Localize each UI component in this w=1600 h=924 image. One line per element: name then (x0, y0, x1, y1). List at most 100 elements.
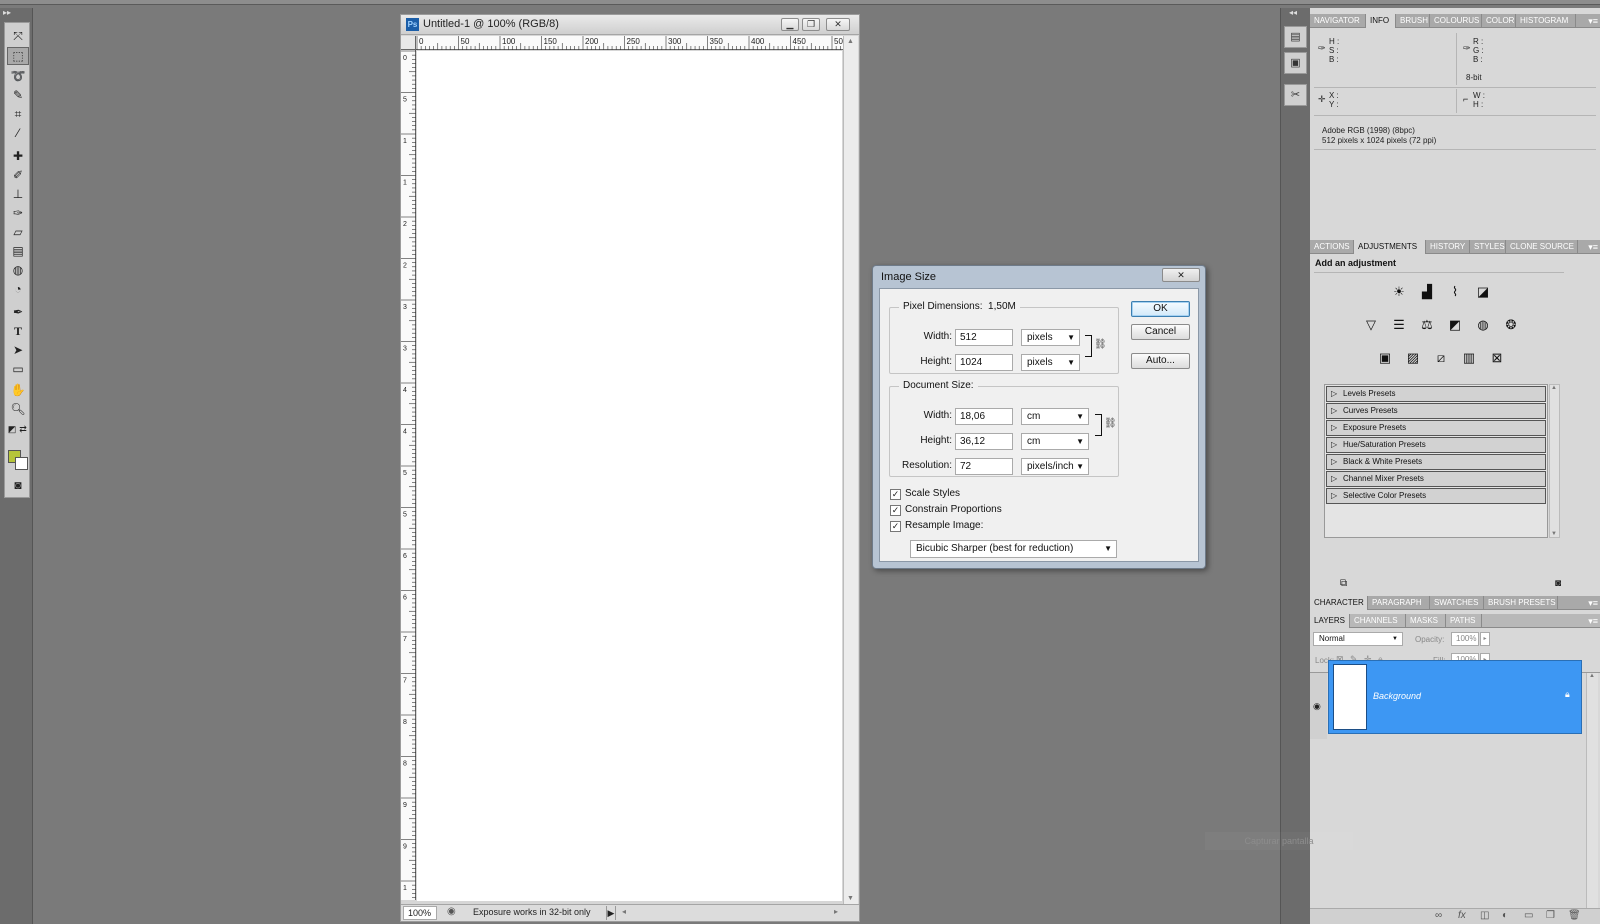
shape-tool-icon[interactable]: ▭ (7, 360, 29, 378)
close-icon[interactable]: ✕ (826, 18, 850, 31)
tab-brush-presets[interactable]: BRUSH PRESETS (1484, 596, 1558, 610)
opacity-input[interactable]: 100% (1451, 632, 1479, 646)
gradient-tool-icon[interactable]: ▤ (7, 242, 29, 260)
channel-mixer-icon[interactable]: ❂ (1500, 315, 1522, 335)
scroll-down-icon[interactable]: ▼ (847, 895, 854, 902)
exposure-icon[interactable]: ◪ (1472, 282, 1494, 302)
photo-filter-icon[interactable]: ◍ (1472, 315, 1494, 335)
healing-brush-tool-icon[interactable]: ✚ (7, 147, 29, 165)
resample-method-select[interactable]: Bicubic Sharper (best for reduction) ▼ (910, 540, 1117, 558)
panel-menu-icon[interactable]: ▾≡ (1588, 14, 1598, 28)
ruler-corner[interactable] (401, 36, 416, 50)
clip-to-layer-icon[interactable]: ⧉ (1340, 578, 1347, 589)
constrain-proportions-checkbox[interactable]: ✓ (890, 505, 901, 516)
adjustment-layer-icon[interactable]: ◐ (1502, 910, 1508, 921)
tab-colourus[interactable]: COLOURUS (1430, 14, 1482, 28)
add-mask-icon[interactable]: ◫ (1480, 910, 1489, 921)
opacity-arrow-icon[interactable]: ▸ (1480, 632, 1490, 646)
collapse-toolbar-icon[interactable]: ▸▸ (3, 8, 31, 18)
dialog-close-button[interactable]: ✕ (1162, 268, 1200, 282)
tab-brush[interactable]: BRUSH (1396, 14, 1430, 28)
presets-scrollbar[interactable]: ▲ ▼ (1549, 384, 1560, 538)
document-width-unit-select[interactable]: cm ▼ (1021, 408, 1089, 425)
brightness-icon[interactable]: ☀ (1388, 282, 1410, 302)
curves-icon[interactable]: ⌇ (1444, 282, 1466, 302)
vertical-scrollbar[interactable]: ▲ ▼ (843, 36, 858, 904)
tab-character[interactable]: CHARACTER (1310, 596, 1368, 610)
tab-paths[interactable]: PATHS (1446, 614, 1482, 628)
blend-mode-select[interactable]: Normal ▼ (1313, 632, 1403, 646)
document-titlebar[interactable]: Ps Untitled-1 @ 100% (RGB/8) ▁ ❐ ✕ (401, 15, 859, 35)
hue-saturation-icon[interactable]: ☰ (1388, 315, 1410, 335)
gradient-map-icon[interactable]: ▥ (1458, 348, 1480, 368)
threshold-icon[interactable]: ⧄ (1430, 348, 1452, 368)
tab-layers[interactable]: LAYERS (1310, 614, 1350, 628)
list-item[interactable]: ▷ Hue/Saturation Presets (1326, 437, 1546, 453)
resolution-unit-select[interactable]: pixels/inch ▼ (1021, 458, 1089, 475)
layer-comps-panel-icon[interactable]: ▣ (1284, 52, 1307, 74)
cancel-button[interactable]: Cancel (1131, 324, 1190, 340)
document-canvas[interactable] (417, 51, 842, 901)
zoom-tool-icon[interactable]: 🔍︎ (7, 400, 29, 418)
status-info-icon[interactable]: ◉ (447, 906, 456, 917)
tab-info[interactable]: INFO (1366, 14, 1396, 28)
history-brush-tool-icon[interactable]: ✑ (7, 204, 29, 222)
brush-tool-icon[interactable]: ✐ (7, 166, 29, 184)
levels-icon[interactable]: ▟ (1416, 282, 1438, 302)
path-select-tool-icon[interactable]: ➤ (7, 341, 29, 359)
tab-actions[interactable]: ACTIONS (1310, 240, 1354, 254)
list-item[interactable]: ▷ Levels Presets (1326, 386, 1546, 402)
scroll-up-icon[interactable]: ▲ (1589, 673, 1595, 679)
list-item[interactable]: ▷ Channel Mixer Presets (1326, 471, 1546, 487)
pixel-height-unit-select[interactable]: pixels ▼ (1021, 354, 1080, 371)
panel-menu-icon[interactable]: ▾≡ (1588, 596, 1598, 610)
layer-style-icon[interactable]: fx (1458, 910, 1466, 921)
tab-clone-source[interactable]: CLONE SOURCE (1506, 240, 1578, 254)
new-layer-icon[interactable]: ❐ (1546, 910, 1555, 921)
expand-dock-icon[interactable]: ◂◂ (1289, 8, 1297, 17)
swap-colors-icon[interactable]: ⇄ (18, 420, 28, 438)
tab-adjustments[interactable]: ADJUSTMENTS (1354, 240, 1426, 254)
black-white-icon[interactable]: ◩ (1444, 315, 1466, 335)
pixel-width-unit-select[interactable]: pixels ▼ (1021, 329, 1080, 346)
horizontal-ruler[interactable]: 0 50 100 150 200 250 300 350 400 450 50 (416, 36, 843, 50)
scroll-right-icon[interactable]: ▸ (834, 907, 838, 916)
restore-icon[interactable]: ❐ (802, 18, 820, 31)
auto-button[interactable]: Auto... (1131, 353, 1190, 369)
status-menu-arrow-icon[interactable]: ▶ (606, 906, 616, 920)
resample-image-checkbox[interactable]: ✓ (890, 521, 901, 532)
ok-button[interactable]: OK (1131, 301, 1190, 317)
background-color-swatch[interactable] (15, 457, 28, 470)
marquee-tool-icon[interactable]: ⬚ (7, 47, 29, 65)
crop-tool-icon[interactable]: ⌗ (7, 105, 29, 123)
pixel-height-input[interactable]: 1024 (955, 354, 1013, 371)
blur-tool-icon[interactable]: ◍ (7, 261, 29, 279)
list-item[interactable]: ▷ Exposure Presets (1326, 420, 1546, 436)
minimize-icon[interactable]: ▁ (781, 18, 799, 31)
layers-scrollbar[interactable]: ▲ (1586, 673, 1598, 908)
tab-navigator[interactable]: NAVIGATOR (1310, 14, 1366, 28)
zoom-level-field[interactable]: 100% (403, 906, 437, 920)
list-item[interactable]: ▷ Selective Color Presets (1326, 488, 1546, 504)
document-height-input[interactable]: 36,12 (955, 433, 1013, 450)
scroll-down-icon[interactable]: ▼ (1551, 531, 1557, 537)
layer-name[interactable]: Background (1373, 691, 1421, 701)
list-item[interactable]: ▷ Curves Presets (1326, 403, 1546, 419)
scroll-up-icon[interactable]: ▲ (1551, 385, 1557, 391)
tab-history[interactable]: HISTORY (1426, 240, 1470, 254)
resolution-input[interactable]: 72 (955, 458, 1013, 475)
invert-icon[interactable]: ▣ (1374, 348, 1396, 368)
tab-masks[interactable]: MASKS (1406, 614, 1446, 628)
document-width-input[interactable]: 18,06 (955, 408, 1013, 425)
adjustment-options-icon[interactable]: ◙ (1555, 578, 1561, 589)
tab-swatches[interactable]: SWATCHES (1430, 596, 1484, 610)
scale-styles-checkbox[interactable]: ✓ (890, 489, 901, 500)
new-group-icon[interactable]: ▭ (1524, 910, 1533, 921)
list-item[interactable]: ▷ Black & White Presets (1326, 454, 1546, 470)
stamp-tool-icon[interactable]: ⊥ (7, 185, 29, 203)
type-tool-icon[interactable]: T (7, 322, 29, 340)
pixel-width-input[interactable]: 512 (955, 329, 1013, 346)
dodge-tool-icon[interactable]: ◔ (7, 280, 29, 298)
tab-channels[interactable]: CHANNELS (1350, 614, 1406, 628)
tab-styles[interactable]: STYLES (1470, 240, 1506, 254)
